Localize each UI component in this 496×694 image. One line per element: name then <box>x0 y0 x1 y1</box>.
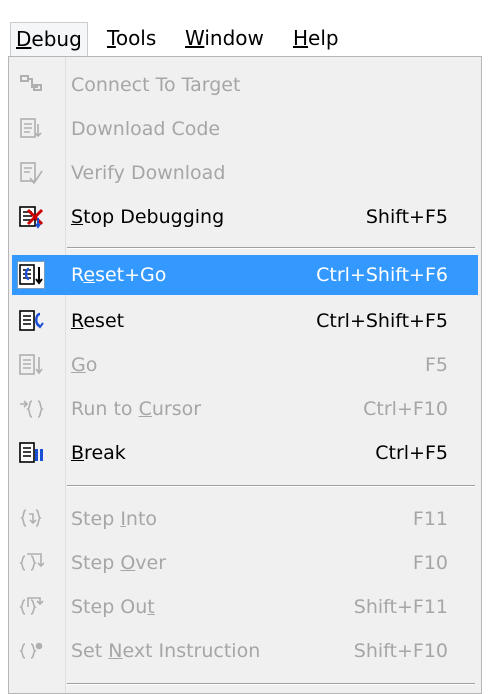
menubar-help-accel: H <box>293 26 309 50</box>
download-icon <box>18 116 44 142</box>
menu-item-label: Go <box>71 354 98 376</box>
menubar-tools-rest: ools <box>115 26 157 50</box>
menu-item-shortcut: Shift+F5 <box>365 206 448 228</box>
menu-item-label: Run to Cursor <box>71 398 202 420</box>
menu-item-run-to-cursor[interactable]: Run to Cursor Ctrl+F10 <box>12 389 478 429</box>
menubar-window-rest: indow <box>204 26 264 50</box>
set-next-instruction-icon <box>18 638 44 664</box>
menu-item-shortcut: Shift+F10 <box>353 640 448 662</box>
menu-item-label: Connect To Target <box>71 74 241 96</box>
menu-item-label: Step Out <box>71 596 155 618</box>
menu-item-shortcut: Ctrl+F5 <box>375 442 448 464</box>
break-icon <box>18 440 44 466</box>
menu-item-shortcut: F11 <box>412 508 448 530</box>
menu-item-label: Download Code <box>71 118 221 140</box>
menu-item-shortcut: Ctrl+Shift+F6 <box>316 264 448 286</box>
menu-item-shortcut: F5 <box>424 354 448 376</box>
menu-item-go[interactable]: Go F5 <box>12 345 478 385</box>
menubar-window[interactable]: Window <box>180 22 269 56</box>
menu-separator-highlight <box>67 248 475 249</box>
step-into-icon <box>18 506 44 532</box>
menu-item-label: Break <box>71 442 126 464</box>
menu-item-verify-download[interactable]: Verify Download <box>12 153 478 193</box>
menu-item-label: Step Into <box>71 508 158 530</box>
menu-item-shortcut: Ctrl+F10 <box>363 398 448 420</box>
menu-item-label: Step Over <box>71 552 167 574</box>
step-over-icon <box>18 550 45 576</box>
menubar-debug[interactable]: Debug <box>10 22 88 56</box>
menubar-debug-rest: ebug <box>31 27 82 51</box>
menu-item-step-into[interactable]: Step Into F11 <box>12 499 478 539</box>
menu-item-connect-to-target[interactable]: Connect To Target <box>12 65 478 105</box>
menu-separator-highlight <box>67 486 475 487</box>
menu-item-shortcut: Ctrl+Shift+F5 <box>316 310 448 332</box>
menu-item-label: Stop Debugging <box>71 206 225 228</box>
menu-item-label: Verify Download <box>71 162 226 184</box>
menu-item-reset-go[interactable]: Reset+Go Ctrl+Shift+F6 <box>12 255 478 295</box>
menu-item-step-out[interactable]: Step Out Shift+F11 <box>12 587 478 627</box>
menubar-tools-accel: T <box>107 26 116 50</box>
stop-debugging-icon <box>18 204 44 230</box>
menu-item-shortcut: F10 <box>412 552 448 574</box>
menubar-debug-accel: D <box>16 27 32 51</box>
menu-item-set-next-instruction[interactable]: Set Next Instruction Shift+F10 <box>12 631 478 671</box>
menu-item-stop-debugging[interactable]: Stop Debugging Shift+F5 <box>12 197 478 237</box>
menu-item-label: Reset+Go <box>71 264 167 286</box>
menu-separator-highlight <box>67 684 475 685</box>
menu-item-label: Set Next Instruction <box>71 640 261 662</box>
menu-bar: Debug Tools Window Help <box>0 0 496 60</box>
menubar-window-accel: W <box>185 26 205 50</box>
go-icon <box>18 352 44 378</box>
menu-item-break[interactable]: Break Ctrl+F5 <box>12 433 478 473</box>
step-out-icon <box>18 594 44 620</box>
menu-item-step-over[interactable]: Step Over F10 <box>12 543 478 583</box>
connect-icon <box>18 72 44 98</box>
reset-icon <box>18 308 44 334</box>
menu-item-label: Reset <box>71 310 125 332</box>
menu-item-reset[interactable]: Reset Ctrl+Shift+F5 <box>12 301 478 341</box>
menubar-help[interactable]: Help <box>288 22 344 56</box>
menu-item-shortcut: Shift+F11 <box>353 596 448 618</box>
menubar-tools[interactable]: Tools <box>102 22 161 56</box>
verify-icon <box>18 160 44 186</box>
run-to-cursor-icon <box>18 396 44 422</box>
menubar-help-rest: elp <box>308 26 339 50</box>
debug-menu: Connect To Target Download Code Verify D… <box>8 56 482 694</box>
reset-go-icon <box>17 261 45 289</box>
menu-item-download-code[interactable]: Download Code <box>12 109 478 149</box>
